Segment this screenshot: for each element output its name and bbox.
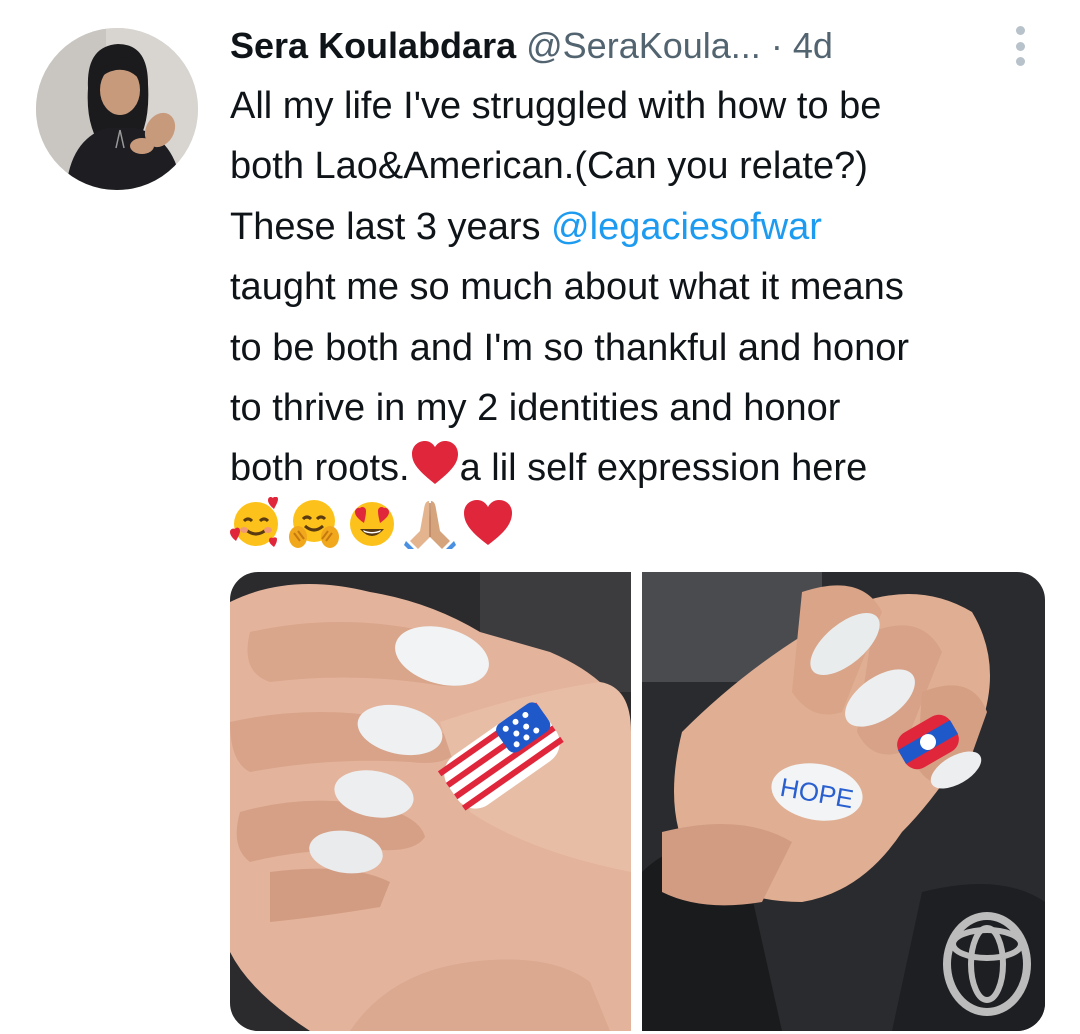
tweet-text-line: both roots. a lil self expression here bbox=[230, 438, 1060, 498]
author-avatar[interactable] bbox=[36, 28, 198, 190]
tweet-text-segment: a lil self expression here bbox=[459, 447, 868, 490]
tweet-timestamp[interactable]: 4d bbox=[793, 25, 833, 66]
separator-dot: · bbox=[770, 25, 783, 66]
tweet-text-segment: These last 3 years bbox=[230, 205, 552, 248]
tweet-text-line: All my life I've struggled with how to b… bbox=[230, 85, 882, 127]
photo-image: HOPE bbox=[642, 572, 1045, 1031]
photo-image bbox=[230, 572, 631, 1031]
tweet-text-line: to thrive in my 2 identities and honor bbox=[230, 387, 841, 430]
smiling-face-with-hearts-icon bbox=[230, 497, 278, 547]
tweet-text-line: These last 3 years @legaciesofwar bbox=[230, 197, 1060, 257]
tweet-text-line: to be both and I'm so thankful and honor bbox=[230, 326, 910, 369]
photo-lao-flag-hope-nails[interactable]: HOPE bbox=[642, 572, 1045, 1031]
avatar-photo bbox=[36, 28, 198, 190]
tweet-text-segment: both roots. bbox=[230, 447, 410, 490]
tweet-text-line: taught me so much about what it means bbox=[230, 266, 904, 309]
red-heart-icon bbox=[411, 441, 458, 485]
more-options-icon[interactable] bbox=[1008, 26, 1032, 66]
folded-hands-icon bbox=[404, 501, 456, 549]
tweet-media[interactable]: HOPE bbox=[230, 572, 1045, 1031]
mention-link[interactable]: @legaciesofwar bbox=[551, 206, 822, 248]
photo-american-flag-nails[interactable] bbox=[230, 572, 631, 1031]
red-heart-icon bbox=[464, 500, 512, 545]
emoji-row bbox=[230, 495, 520, 551]
author-handle[interactable]: @SeraKoula... bbox=[526, 25, 761, 66]
heart-eyes-face-icon bbox=[350, 502, 394, 546]
author-name[interactable]: Sera Koulabdara bbox=[230, 25, 516, 66]
tweet-text-line: both Lao&American.(Can you relate?) bbox=[230, 145, 868, 188]
tweet-text: All my life I've struggled with how to b… bbox=[230, 76, 1060, 499]
tweet-header: Sera Koulabdara @SeraKoula... · 4d bbox=[230, 22, 1030, 72]
hugging-face-icon bbox=[289, 500, 339, 548]
